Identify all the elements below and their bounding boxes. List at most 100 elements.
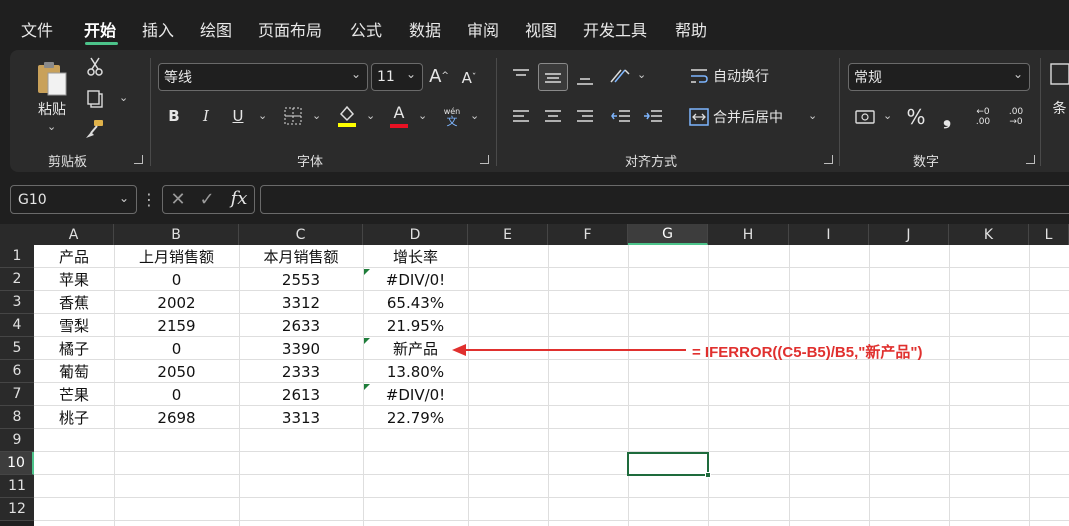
row-header-4[interactable]: 4 [0,314,34,337]
comma-style-button[interactable]: ❟ [937,104,957,130]
italic-button[interactable]: I [196,105,216,127]
row-header-2[interactable]: 2 [0,268,34,291]
table-cell[interactable]: 2333 [239,360,363,383]
conditional-format-icon[interactable] [1050,62,1069,86]
column-header-f[interactable]: F [548,224,628,245]
header-cell[interactable]: 本月销售额 [239,245,363,268]
tab-developer[interactable]: 开发工具 [583,17,647,41]
tab-home[interactable]: 开始 [84,17,116,41]
column-header-k[interactable]: K [949,224,1029,245]
font-launcher-icon[interactable] [480,155,489,164]
column-header-j[interactable]: J [869,224,949,245]
column-header-a[interactable]: A [34,224,114,245]
merge-center-dropdown-icon[interactable]: ⌄ [808,109,817,122]
phonetic-dropdown-icon[interactable]: ⌄ [470,109,479,122]
increase-indent-icon[interactable] [641,105,665,129]
bold-button[interactable]: B [164,105,184,127]
underline-dropdown-icon[interactable]: ⌄ [258,109,267,122]
accounting-dropdown-icon[interactable]: ⌄ [883,109,892,122]
table-cell[interactable]: 芒果 [34,383,114,406]
table-cell[interactable]: 0 [114,383,239,406]
column-header-h[interactable]: H [708,224,789,245]
grow-font-button[interactable]: A ^ [428,65,450,87]
fill-color-icon[interactable] [336,103,358,129]
table-cell[interactable]: 2553 [239,268,363,291]
paste-icon[interactable] [32,58,72,98]
copy-dropdown-icon[interactable]: ⌄ [119,91,128,104]
row-header-11[interactable]: 11 [0,475,34,498]
tab-file[interactable]: 文件 [21,17,53,41]
number-launcher-icon[interactable] [1026,155,1035,164]
tab-insert[interactable]: 插入 [142,17,174,41]
align-top-icon[interactable] [509,64,533,88]
percent-style-button[interactable]: % [903,104,929,130]
row-header-9[interactable]: 9 [0,429,34,452]
table-cell[interactable]: 2698 [114,406,239,429]
header-cell[interactable]: 产品 [34,245,114,268]
table-cell[interactable]: 21.95% [363,314,468,337]
row-header-1[interactable]: 1 [0,245,34,268]
insert-function-icon[interactable]: fx [226,186,252,210]
tab-draw[interactable]: 绘图 [200,17,232,41]
table-cell[interactable]: 桃子 [34,406,114,429]
copy-icon[interactable] [84,88,106,110]
align-bottom-icon[interactable] [573,66,597,90]
table-cell[interactable]: 2159 [114,314,239,337]
error-indicator-icon[interactable] [364,269,370,275]
fill-handle[interactable] [705,472,711,478]
select-all-corner[interactable] [0,224,34,245]
table-cell[interactable]: 3390 [239,337,363,360]
font-size-dropdown[interactable]: 11 ⌄ [371,63,423,91]
number-format-dropdown[interactable]: 常规 ⌄ [848,63,1030,91]
column-header-e[interactable]: E [468,224,548,245]
tab-formulas[interactable]: 公式 [350,17,382,41]
header-cell[interactable]: 上月销售额 [114,245,239,268]
font-color-dropdown-icon[interactable]: ⌄ [418,109,427,122]
phonetic-button[interactable]: wén 文 [440,104,464,130]
error-indicator-icon[interactable] [364,384,370,390]
borders-dropdown-icon[interactable]: ⌄ [312,109,321,122]
merge-center-icon[interactable] [688,106,710,128]
clipboard-launcher-icon[interactable] [134,155,143,164]
table-cell[interactable]: 3313 [239,406,363,429]
column-header-i[interactable]: I [789,224,869,245]
table-cell[interactable]: 苹果 [34,268,114,291]
table-cell[interactable]: 2613 [239,383,363,406]
row-header-3[interactable]: 3 [0,291,34,314]
alignment-launcher-icon[interactable] [824,155,833,164]
font-color-button[interactable]: A [388,103,410,129]
font-name-dropdown[interactable]: 等线 ⌄ [158,63,368,91]
row-header-7[interactable]: 7 [0,383,34,406]
orientation-dropdown-icon[interactable]: ⌄ [637,68,646,81]
table-cell[interactable]: 0 [114,337,239,360]
more-options-icon[interactable]: ⋮ [141,188,157,210]
table-cell[interactable]: 葡萄 [34,360,114,383]
column-header-b[interactable]: B [114,224,239,245]
table-cell[interactable]: 2633 [239,314,363,337]
table-cell[interactable]: #DIV/0! [363,383,468,406]
tab-help[interactable]: 帮助 [675,17,707,41]
row-header-10[interactable]: 10 [0,452,34,475]
align-right-icon[interactable] [573,105,597,129]
row-header-12[interactable]: 12 [0,498,34,521]
table-cell[interactable]: 橘子 [34,337,114,360]
merge-center-button[interactable]: 合并后居中 [713,107,783,127]
row-header-6[interactable]: 6 [0,360,34,383]
column-header-g[interactable]: G [628,224,708,245]
increase-decimal-button[interactable]: ←0 .00 [970,104,996,130]
row-header-5[interactable]: 5 [0,337,34,360]
tab-review[interactable]: 审阅 [467,17,499,41]
table-cell[interactable]: 65.43% [363,291,468,314]
align-center-icon[interactable] [541,105,565,129]
align-middle-icon[interactable] [541,65,565,89]
fill-color-dropdown-icon[interactable]: ⌄ [366,109,375,122]
table-cell[interactable]: #DIV/0! [363,268,468,291]
accounting-format-icon[interactable] [853,106,879,128]
error-indicator-icon[interactable] [364,338,370,344]
table-cell[interactable]: 雪梨 [34,314,114,337]
shrink-font-button[interactable]: Aˇ [458,67,480,89]
formula-input[interactable] [260,185,1069,214]
column-header-l[interactable]: L [1029,224,1069,245]
decrease-indent-icon[interactable] [609,105,633,129]
table-cell[interactable]: 香蕉 [34,291,114,314]
